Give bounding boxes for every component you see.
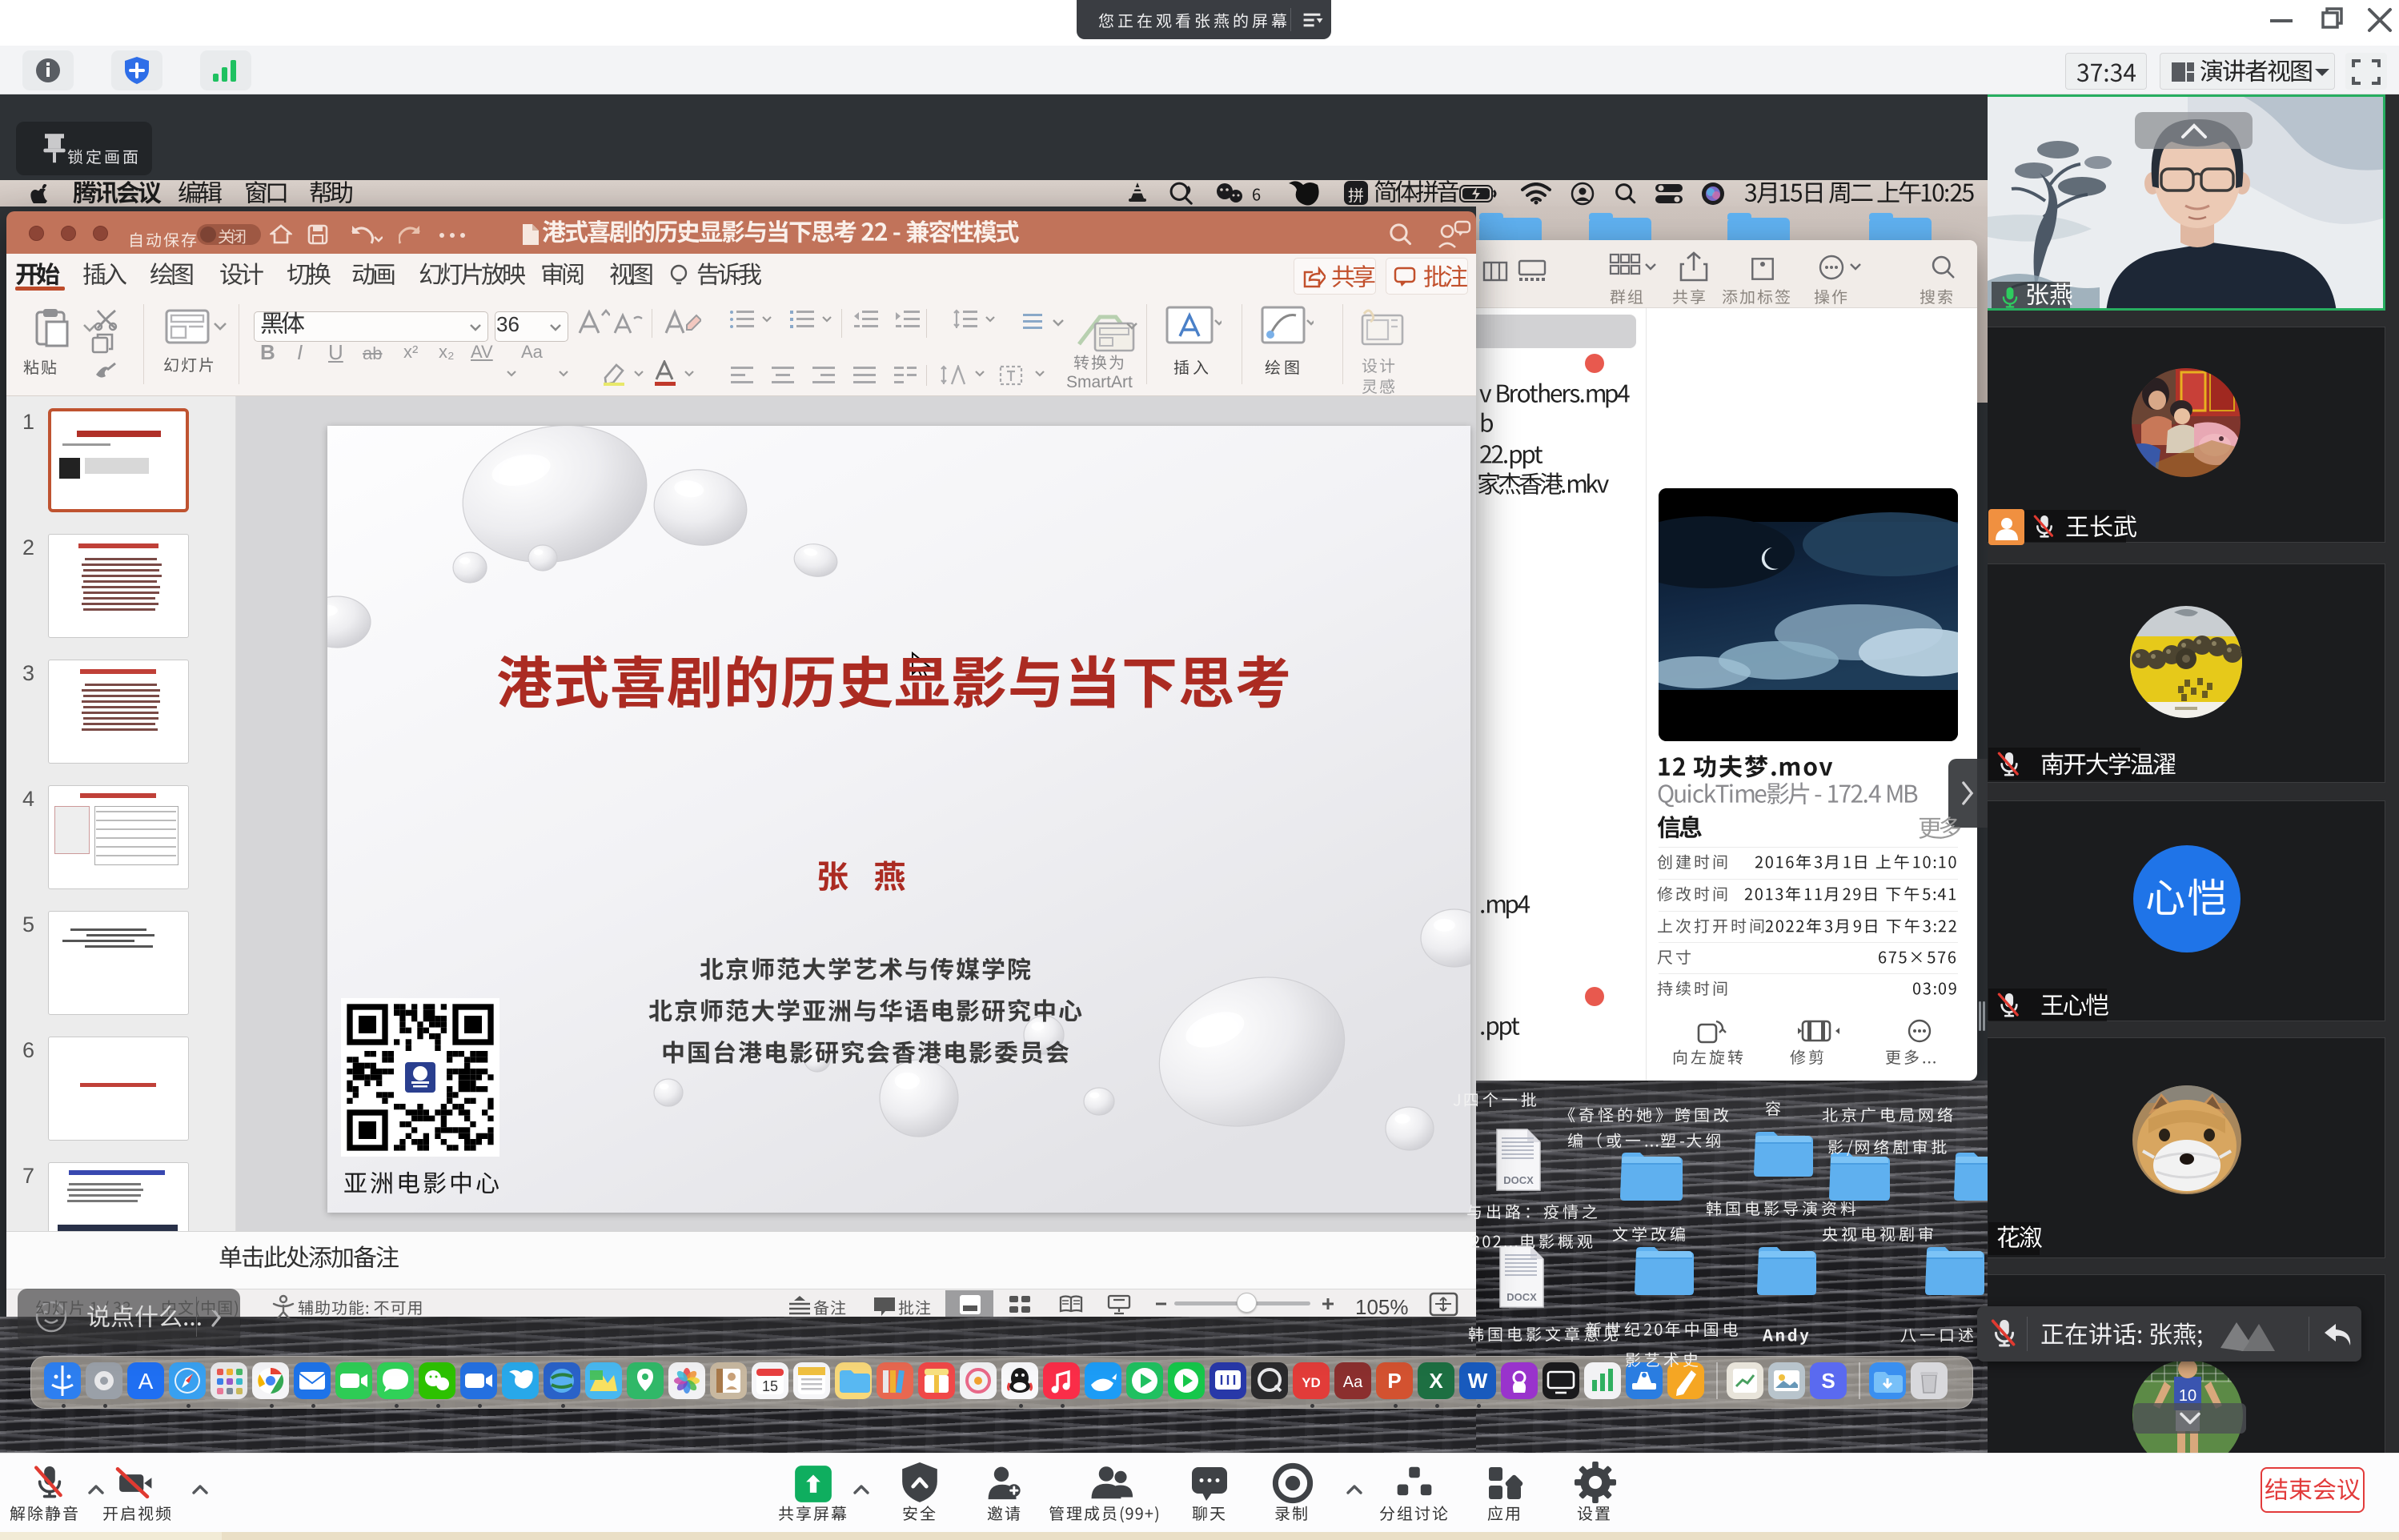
svg-text:DOCX: DOCX [1506,1291,1537,1303]
svg-text:10: 10 [2179,1387,2196,1405]
svg-text:Aa: Aa [1343,1374,1363,1391]
svg-text:X: X [1429,1369,1443,1393]
svg-text:DOCX: DOCX [1503,1174,1534,1186]
svg-text:W: W [1468,1369,1488,1393]
svg-text:S: S [1821,1369,1835,1393]
svg-text:A: A [138,1369,154,1394]
svg-text:15: 15 [762,1378,778,1394]
svg-text:YD: YD [1302,1375,1321,1390]
svg-text:P: P [1387,1369,1401,1393]
